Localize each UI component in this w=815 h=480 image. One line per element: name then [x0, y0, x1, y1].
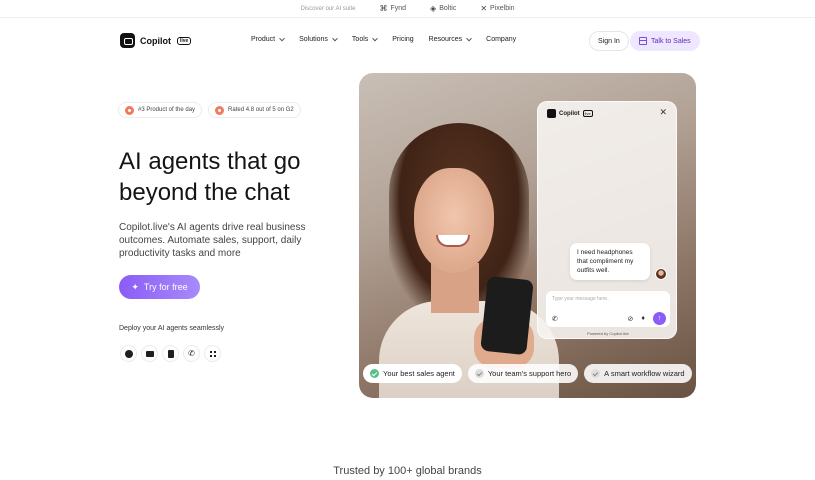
chevron-down-icon [279, 35, 285, 41]
message-icon[interactable] [141, 345, 158, 362]
avatar [655, 268, 667, 280]
check-icon [591, 369, 601, 378]
product-of-day-badge: #3 Product of the day [118, 102, 203, 118]
try-for-free-label: Try for free [143, 282, 188, 292]
logo-text: Copilot [140, 35, 171, 46]
trusted-by-heading: Trusted by 100+ global brands [333, 465, 482, 477]
pill-label: Your team's support hero [487, 369, 572, 378]
chat-header: Copilot live [547, 109, 593, 118]
g2-icon [215, 105, 225, 115]
phone-icon[interactable]: ✆ [183, 345, 200, 362]
document-icon[interactable] [162, 345, 179, 362]
chat-badge: live [582, 110, 593, 117]
chat-input-actions: ✆ ⊘ ♦ ↑ [552, 312, 666, 325]
nav-item-label: Pricing [392, 36, 414, 43]
chevron-down-icon [332, 35, 338, 41]
chevron-down-icon [372, 35, 379, 41]
check-icon [370, 369, 379, 378]
chat-title: Copilot [559, 110, 580, 117]
suite-discover-text: Discover our AI suite [300, 5, 356, 12]
whatsapp-icon[interactable] [120, 345, 137, 362]
talk-to-sales-button[interactable]: Talk to Sales [630, 31, 700, 51]
hero-photo-face [414, 168, 494, 273]
hero-photo-phone [480, 275, 534, 356]
nav-menu: Product Solutions Tools Pricing Resource… [251, 35, 516, 43]
deploy-label: Deploy your AI agents seamlessly [119, 325, 225, 332]
suite-link-label: Pixelbin [490, 5, 515, 12]
nav-item-label: Solutions [299, 36, 328, 43]
slack-icon[interactable] [204, 345, 221, 362]
g2-rating-badge: Rated 4.8 out of 5 on G2 [208, 102, 301, 118]
pill-workflow-wizard[interactable]: A smart workflow wizard [584, 364, 692, 383]
hero-badges: #3 Product of the day Rated 4.8 out of 5… [118, 102, 301, 118]
attachment-icon[interactable]: ⊘ [628, 315, 634, 323]
phone-icon[interactable]: ✆ [552, 315, 558, 323]
suite-link-fynd[interactable]: ⌘ Fynd [379, 4, 406, 13]
chat-logo-icon [547, 109, 556, 118]
badge-label: #3 Product of the day [138, 107, 196, 113]
logo[interactable]: Copilot live [120, 33, 192, 48]
pill-label: Your best sales agent [383, 369, 455, 378]
chat-input[interactable]: Type your message here.. ✆ ⊘ ♦ ↑ [546, 291, 670, 327]
pill-sales-agent[interactable]: Your best sales agent [363, 364, 462, 383]
suite-link-pixelbin[interactable]: ✕ Pixelbin [480, 4, 514, 13]
nav-item-tools[interactable]: Tools [351, 35, 379, 43]
channel-icons: ✆ [120, 345, 221, 362]
suite-bar: Discover our AI suite ⌘ Fynd ◈ Boltic ✕ … [0, 0, 815, 18]
nav-item-label: Company [486, 36, 517, 43]
suite-link-label: Boltic [439, 5, 457, 12]
suite-link-boltic[interactable]: ◈ Boltic [430, 4, 456, 13]
sparkle-icon: ✦ [131, 281, 139, 292]
feature-pills: Your best sales agent Your team's suppor… [363, 364, 692, 383]
chat-widget: Copilot live ✕ I need headphones that co… [537, 101, 677, 339]
microphone-icon[interactable]: ♦ [641, 315, 645, 322]
nav-item-label: Product [251, 36, 276, 43]
nav-item-label: Resources [428, 36, 463, 43]
suite-link-label: Fynd [390, 5, 407, 12]
chat-input-placeholder: Type your message here.. [552, 296, 610, 302]
hero-headline: AI agents that go beyond the chat [119, 148, 301, 206]
nav-item-product[interactable]: Product [251, 35, 285, 43]
nav-item-pricing[interactable]: Pricing [392, 36, 413, 43]
main-nav: Copilot live Product Solutions Tools Pri… [0, 28, 815, 54]
chat-message-bubble: I need headphones that compliment my out… [570, 243, 650, 280]
calendar-icon [639, 37, 647, 45]
sign-in-button[interactable]: Sign In [589, 31, 629, 51]
product-hunt-icon [125, 105, 134, 115]
hero-subtext: Copilot.live's AI agents drive real busi… [119, 222, 306, 259]
logo-badge: live [177, 36, 192, 45]
try-for-free-button[interactable]: ✦ Try for free [119, 275, 200, 299]
nav-item-solutions[interactable]: Solutions [299, 35, 338, 43]
close-icon[interactable]: ✕ [659, 107, 667, 118]
badge-label: Rated 4.8 out of 5 on G2 [228, 107, 294, 113]
check-icon [474, 369, 484, 378]
nav-item-resources[interactable]: Resources [428, 35, 472, 43]
pixelbin-icon: ✕ [480, 4, 488, 13]
pill-label: A smart workflow wizard [604, 369, 685, 378]
fynd-icon: ⌘ [379, 4, 388, 13]
logo-icon [120, 33, 135, 48]
send-button[interactable]: ↑ [653, 312, 666, 325]
boltic-icon: ◈ [430, 4, 437, 13]
powered-by-label: Powered by Copilot.live [587, 331, 629, 336]
nav-item-company[interactable]: Company [486, 36, 516, 43]
chevron-down-icon [466, 35, 472, 41]
nav-item-label: Tools [351, 36, 369, 43]
talk-to-sales-label: Talk to Sales [651, 37, 691, 45]
pill-support-hero[interactable]: Your team's support hero [467, 364, 579, 383]
